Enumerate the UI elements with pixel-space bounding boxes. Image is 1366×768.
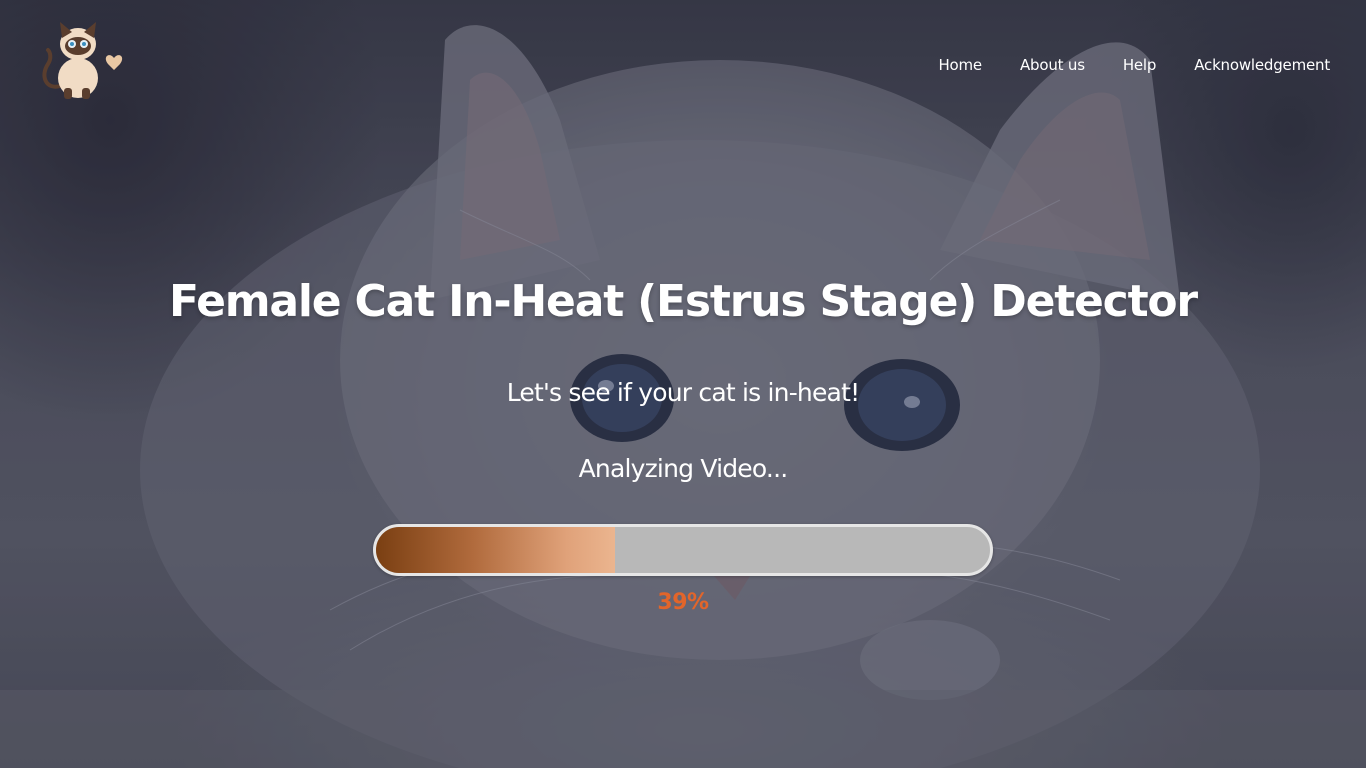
hero-section: Female Cat In-Heat (Estrus Stage) Detect… bbox=[0, 0, 1366, 768]
page-subtitle: Let's see if your cat is in-heat! bbox=[506, 378, 860, 407]
analysis-progress-percent: 39% bbox=[657, 590, 709, 615]
page-title: Female Cat In-Heat (Estrus Stage) Detect… bbox=[169, 276, 1198, 327]
page: Home About us Help Acknowledgement Femal… bbox=[0, 0, 1366, 768]
analysis-status-text: Analyzing Video... bbox=[578, 454, 789, 483]
analysis-progress-fill bbox=[376, 527, 616, 573]
analysis-progress-bar bbox=[373, 524, 993, 576]
